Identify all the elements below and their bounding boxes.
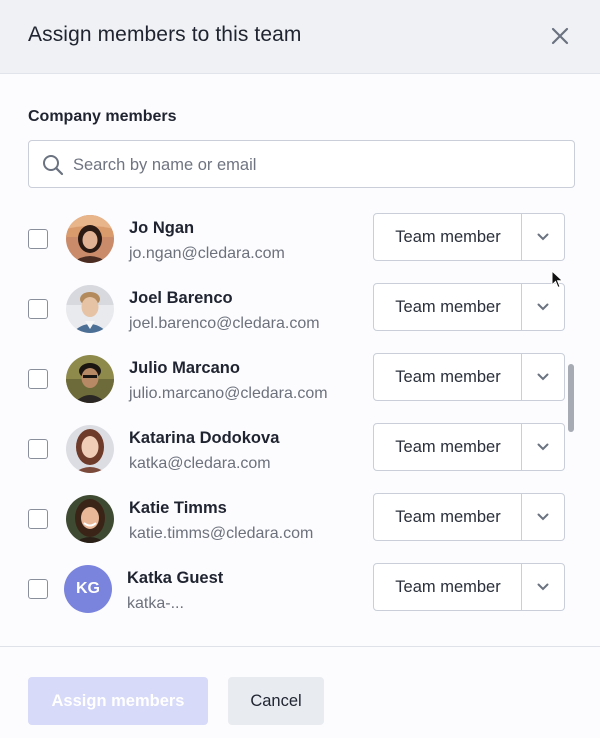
role-value: Team member [395,578,501,596]
avatar [66,425,114,473]
member-email: jo.ngan@cledara.com [129,245,285,262]
member-checkbox[interactable] [28,579,48,599]
chevron-down-icon [537,233,549,241]
member-row: Katie Timms katie.timms@cledara.com Team… [0,492,600,562]
dialog-title: Assign members to this team [28,23,302,46]
member-row: Jo Ngan jo.ngan@cledara.com Team member [0,212,600,282]
chevron-down-icon [537,583,549,591]
close-icon [551,27,569,45]
role-value: Team member [395,508,501,526]
role-select[interactable]: Team member [373,493,565,541]
member-row: Katarina Dodokova katka@cledara.com Team… [0,422,600,492]
avatar [66,215,114,263]
avatar [66,285,114,333]
member-name: Katarina Dodokova [129,429,280,447]
member-email: katka@cledara.com [129,455,271,472]
member-email: katie.timms@cledara.com [129,525,314,542]
dialog-footer: Assign members Cancel [0,646,600,738]
role-dropdown-button[interactable] [522,284,564,330]
role-value: Team member [395,228,501,246]
scrollbar-thumb[interactable] [568,364,574,432]
member-name: Julio Marcano [129,359,240,377]
search-icon [43,155,64,176]
avatar [66,495,114,543]
chevron-down-icon [537,513,549,521]
member-checkbox[interactable] [28,439,48,459]
chevron-down-icon [537,443,549,451]
dialog-header: Assign members to this team [0,0,600,74]
cancel-button[interactable]: Cancel [228,677,324,725]
role-value: Team member [395,438,501,456]
mouse-cursor-icon [551,270,564,289]
member-email: katka-... [127,595,184,612]
member-row: Joel Barenco joel.barenco@cledara.com Te… [0,282,600,352]
member-list[interactable]: Jo Ngan jo.ngan@cledara.com Team member [0,200,600,630]
avatar [66,355,114,403]
role-dropdown-button[interactable] [522,494,564,540]
role-select[interactable]: Team member [373,563,565,611]
member-name: Katka Guest [127,569,224,587]
role-dropdown-button[interactable] [522,424,564,470]
role-value: Team member [395,368,501,386]
role-value: Team member [395,298,501,316]
member-name: Joel Barenco [129,289,233,307]
close-button[interactable] [546,22,574,50]
search-input[interactable] [71,141,565,189]
section-label: Company members [28,108,177,125]
role-select[interactable]: Team member [373,283,565,331]
member-row: KG Katka Guest katka-... Team member [0,562,600,630]
search-field[interactable] [28,140,575,189]
chevron-down-icon [537,303,549,311]
member-email: julio.marcano@cledara.com [129,385,328,402]
chevron-down-icon [537,373,549,381]
avatar-initials: KG [64,565,112,613]
assign-members-dialog: Assign members to this team Company memb… [0,0,600,738]
role-dropdown-button[interactable] [522,214,564,260]
role-dropdown-button[interactable] [522,354,564,400]
member-checkbox[interactable] [28,369,48,389]
role-select[interactable]: Team member [373,353,565,401]
member-name: Katie Timms [129,499,227,517]
member-checkbox[interactable] [28,299,48,319]
member-checkbox[interactable] [28,229,48,249]
assign-members-button[interactable]: Assign members [28,677,208,725]
role-select[interactable]: Team member [373,213,565,261]
role-dropdown-button[interactable] [522,564,564,610]
member-email: joel.barenco@cledara.com [129,315,320,332]
role-select[interactable]: Team member [373,423,565,471]
member-row: Julio Marcano julio.marcano@cledara.com … [0,352,600,422]
member-name: Jo Ngan [129,219,195,237]
member-checkbox[interactable] [28,509,48,529]
